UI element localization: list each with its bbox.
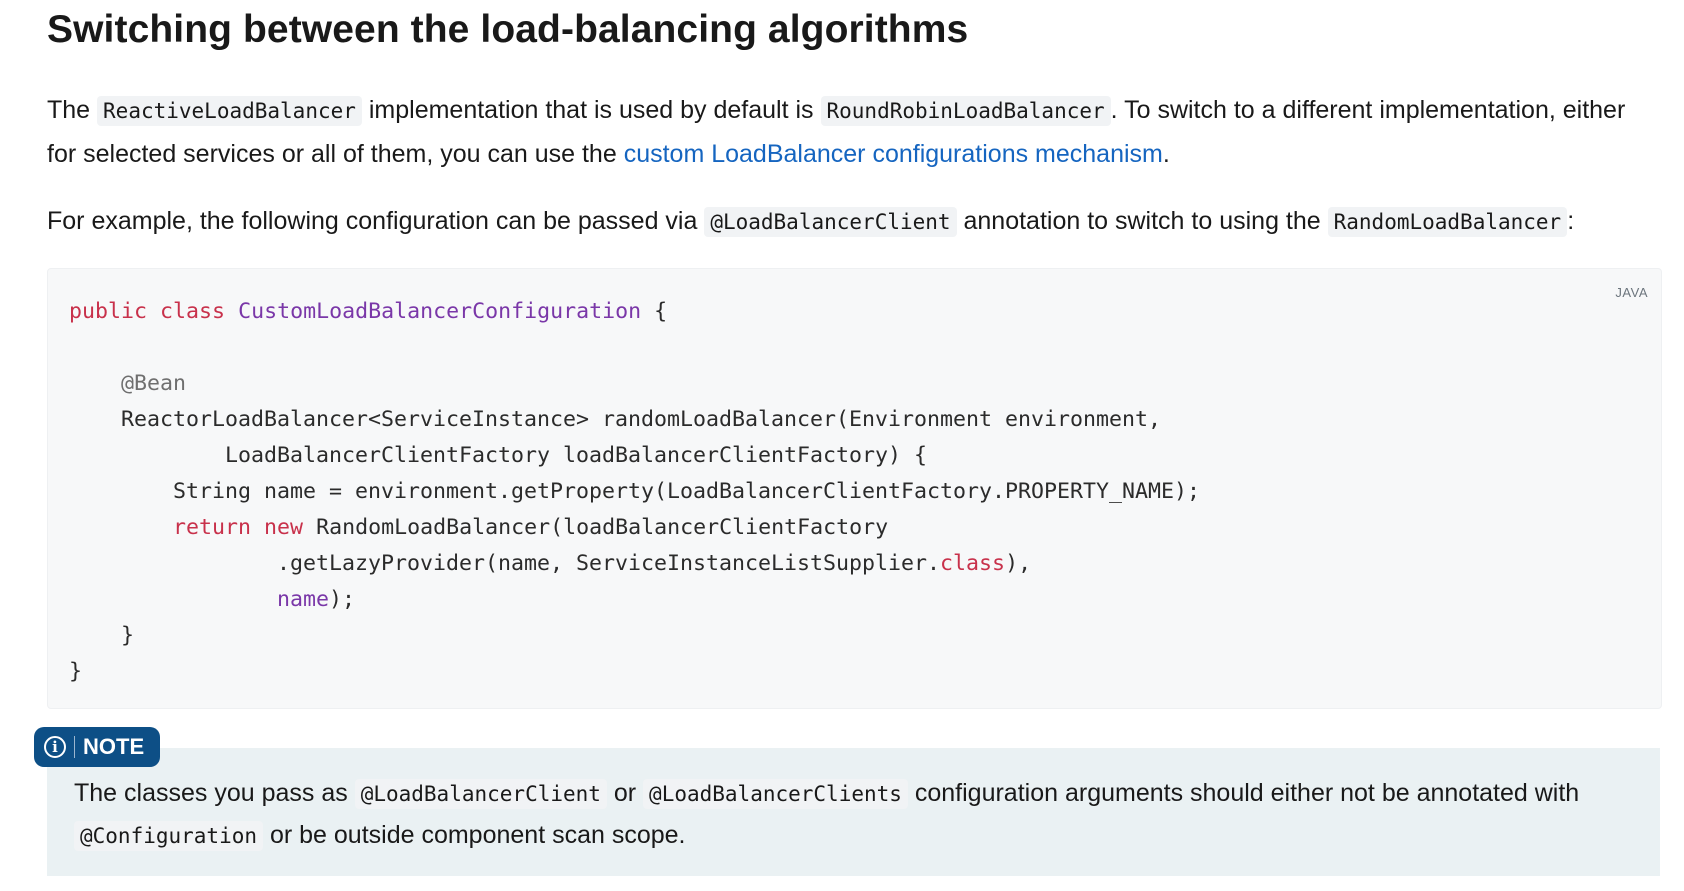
code-text: { — [641, 299, 668, 324]
intro-paragraph: The ReactiveLoadBalancer implementation … — [47, 89, 1657, 176]
custom-config-link[interactable]: custom LoadBalancer configurations mecha… — [624, 140, 1163, 168]
text: For example, the following configuration… — [47, 207, 705, 235]
keyword: class — [160, 299, 226, 324]
annotation: @Bean — [121, 371, 187, 396]
inline-code: RoundRobinLoadBalancer — [820, 96, 1111, 126]
text: or — [606, 779, 644, 807]
badge-divider — [74, 736, 75, 758]
section-title: Switching between the load-balancing alg… — [47, 8, 969, 51]
docs-page: Switching between the load-balancing alg… — [0, 0, 1684, 891]
code-content: public class CustomLoadBalancerConfigura… — [69, 294, 1200, 690]
code-text: .getLazyProvider(name, ServiceInstanceLi… — [277, 551, 941, 576]
property: name — [277, 587, 330, 612]
note-label: NOTE — [83, 734, 145, 759]
note-text: The classes you pass as @LoadBalancerCli… — [74, 773, 1634, 857]
info-icon: i — [44, 736, 66, 758]
example-paragraph: For example, the following configuration… — [47, 200, 1657, 244]
text: implementation that is used by default i… — [361, 96, 821, 124]
code-line: } — [121, 623, 135, 648]
text: configuration arguments should either no… — [907, 779, 1580, 807]
language-label: JAVA — [1615, 285, 1648, 300]
inline-code: ReactiveLoadBalancer — [97, 96, 362, 126]
code-line: } — [69, 659, 83, 684]
code-text: ); — [329, 587, 356, 612]
keyword: public — [69, 299, 148, 324]
code-text: RandomLoadBalancer(loadBalancerClientFac… — [303, 515, 889, 540]
code-block[interactable]: JAVA public class CustomLoadBalancerConf… — [47, 268, 1662, 709]
note-badge: i NOTE — [34, 727, 161, 767]
text: : — [1567, 207, 1575, 235]
inline-code: RandomLoadBalancer — [1327, 207, 1568, 237]
class-name: CustomLoadBalancerConfiguration — [238, 299, 642, 324]
inline-code: @LoadBalancerClient — [704, 207, 957, 237]
code-text: ), — [1005, 551, 1032, 576]
keyword: return — [173, 515, 252, 540]
text: annotation to switch to using the — [956, 207, 1328, 235]
inline-code: @LoadBalancerClients — [643, 779, 908, 809]
inline-code: @Configuration — [74, 821, 264, 851]
code-line: String name = environment.getProperty(Lo… — [173, 479, 1201, 504]
text: The — [47, 96, 98, 124]
inline-code: @LoadBalancerClient — [354, 779, 607, 809]
code-line: LoadBalancerClientFactory loadBalancerCl… — [225, 443, 928, 468]
keyword: new — [264, 515, 304, 540]
keyword: class — [940, 551, 1006, 576]
text: . — [1162, 140, 1170, 168]
text: The classes you pass as — [74, 779, 355, 807]
code-line: ReactorLoadBalancer<ServiceInstance> ran… — [121, 407, 1162, 432]
text: or be outside component scan scope. — [263, 821, 686, 849]
